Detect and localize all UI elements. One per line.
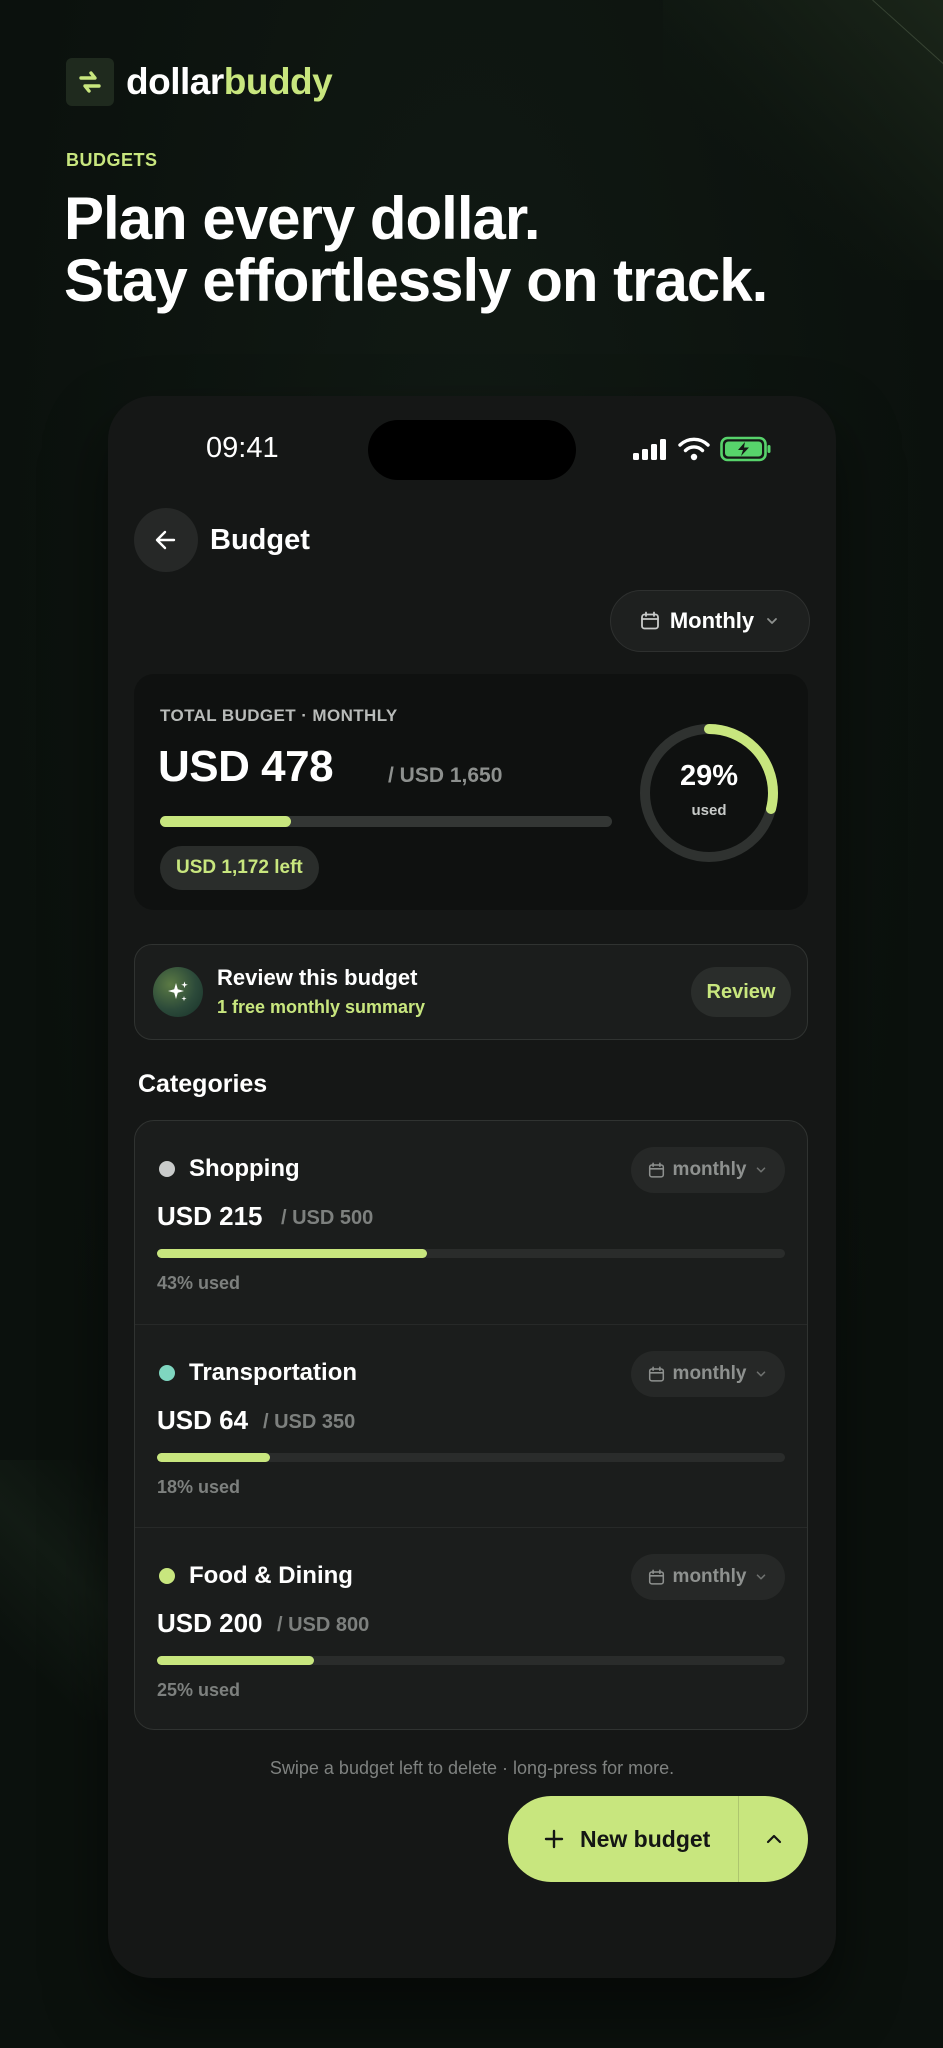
chevron-down-icon [767, 618, 778, 624]
category-progress-bar [157, 1453, 785, 1462]
category-color-dot [159, 1161, 175, 1177]
brand-name-part2: buddy [223, 61, 333, 102]
chevron-down-icon [757, 1574, 766, 1580]
category-period-selector[interactable]: monthly [631, 1351, 785, 1397]
status-icons [632, 436, 772, 462]
category-spent: USD 64 [157, 1405, 249, 1435]
swipe-hint: Swipe a budget left to delete · long-pre… [269, 1758, 675, 1778]
total-progress-bar [160, 816, 612, 827]
category-progress-fill [157, 1453, 271, 1462]
category-progress-fill [157, 1656, 314, 1665]
category-name: Transportation [189, 1359, 358, 1386]
category-name: Shopping [189, 1155, 300, 1182]
category-period-selector[interactable]: monthly [631, 1147, 785, 1193]
new-budget-button[interactable]: New budget [508, 1796, 738, 1882]
category-limit: / USD 800 [277, 1614, 370, 1636]
more-options-button[interactable] [739, 1796, 808, 1882]
usage-label: used [691, 802, 727, 819]
brand-name: dollarbuddy [126, 61, 333, 103]
total-budget-card[interactable]: TOTAL BUDGET · MONTHLY USD 478 / USD 1,6… [134, 674, 808, 910]
category-color-dot [159, 1365, 175, 1381]
category-period-label: monthly [672, 1159, 747, 1180]
categories-heading: Categories [138, 1070, 268, 1098]
headline-line-1: Plan every dollar. [64, 185, 541, 252]
total-budget-label: TOTAL BUDGET · MONTHLY [160, 706, 398, 725]
calendar-icon [648, 1162, 664, 1178]
category-item[interactable]: Transportation monthly USD 64 / USD 350 … [135, 1324, 807, 1527]
sparkles-icon [153, 967, 203, 1017]
status-time: 09:41 [206, 432, 279, 464]
brand: dollarbuddy [66, 58, 333, 106]
review-subtitle: 1 free monthly summary [217, 997, 426, 1017]
category-name: Food & Dining [189, 1562, 353, 1589]
battery-charging-icon [720, 436, 771, 462]
category-used-text: 25% used [157, 1680, 241, 1700]
category-color-dot [159, 1568, 175, 1584]
category-item[interactable]: Shopping monthly USD 215 / USD 500 43% u… [135, 1121, 807, 1324]
chevron-up-icon [766, 1834, 781, 1844]
category-spent: USD 200 [157, 1608, 263, 1638]
new-budget-label: New budget [580, 1825, 711, 1852]
back-button[interactable] [134, 508, 198, 572]
category-spent: USD 215 [157, 1201, 263, 1231]
chevron-down-icon [757, 1167, 766, 1173]
category-progress-fill [157, 1249, 428, 1258]
category-list: Shopping monthly USD 215 / USD 500 43% u… [134, 1120, 808, 1730]
review-budget-card[interactable]: Review this budget 1 free monthly summar… [134, 944, 808, 1040]
category-limit: / USD 350 [263, 1411, 356, 1433]
category-used-text: 43% used [157, 1273, 241, 1293]
category-period-selector[interactable]: monthly [631, 1554, 785, 1600]
hero-headline: Plan every dollar. Stay effortlessly on … [64, 185, 768, 314]
calendar-icon [640, 611, 659, 630]
category-item[interactable]: Food & Dining monthly USD 200 / USD 800 … [135, 1527, 807, 1729]
category-limit: / USD 500 [281, 1207, 374, 1229]
brand-name-part1: dollar [126, 61, 224, 102]
wifi-icon [678, 437, 710, 461]
usage-ring [640, 724, 778, 862]
total-budget-limit: / USD 1,650 [388, 764, 503, 787]
plus-icon [544, 1829, 564, 1849]
usage-percent: 29% [679, 760, 739, 792]
headline-line-2: Stay effortlessly on track. [64, 247, 768, 314]
calendar-icon [648, 1569, 664, 1585]
total-progress-fill [160, 816, 292, 827]
page: dollarbuddy BUDGETS Plan every dollar. S… [0, 0, 943, 2048]
category-used-text: 18% used [157, 1477, 241, 1497]
remaining-badge: USD 1,172 left [160, 846, 319, 890]
dynamic-island [368, 420, 576, 480]
screen-title: Budget [210, 524, 310, 556]
category-period-label: monthly [672, 1566, 747, 1587]
phone-mockup: 09:41 Budget Monthly TOTAL BUDGET · MONT… [108, 396, 836, 1978]
swap-arrows-icon [66, 58, 114, 106]
section-eyebrow: BUDGETS [66, 150, 158, 170]
category-period-label: monthly [672, 1363, 747, 1384]
signal-icon [633, 439, 666, 460]
period-selector-label: Monthly [669, 608, 755, 633]
new-budget-button-group: New budget [508, 1796, 808, 1882]
period-selector[interactable]: Monthly [610, 590, 810, 652]
review-button[interactable]: Review [691, 967, 791, 1017]
chevron-down-icon [757, 1371, 766, 1377]
review-title: Review this budget [217, 965, 418, 990]
arrow-left-icon [155, 530, 176, 550]
category-progress-bar [157, 1656, 785, 1665]
total-spent-amount: USD 478 [158, 742, 334, 791]
calendar-icon [648, 1366, 664, 1382]
category-progress-bar [157, 1249, 785, 1258]
